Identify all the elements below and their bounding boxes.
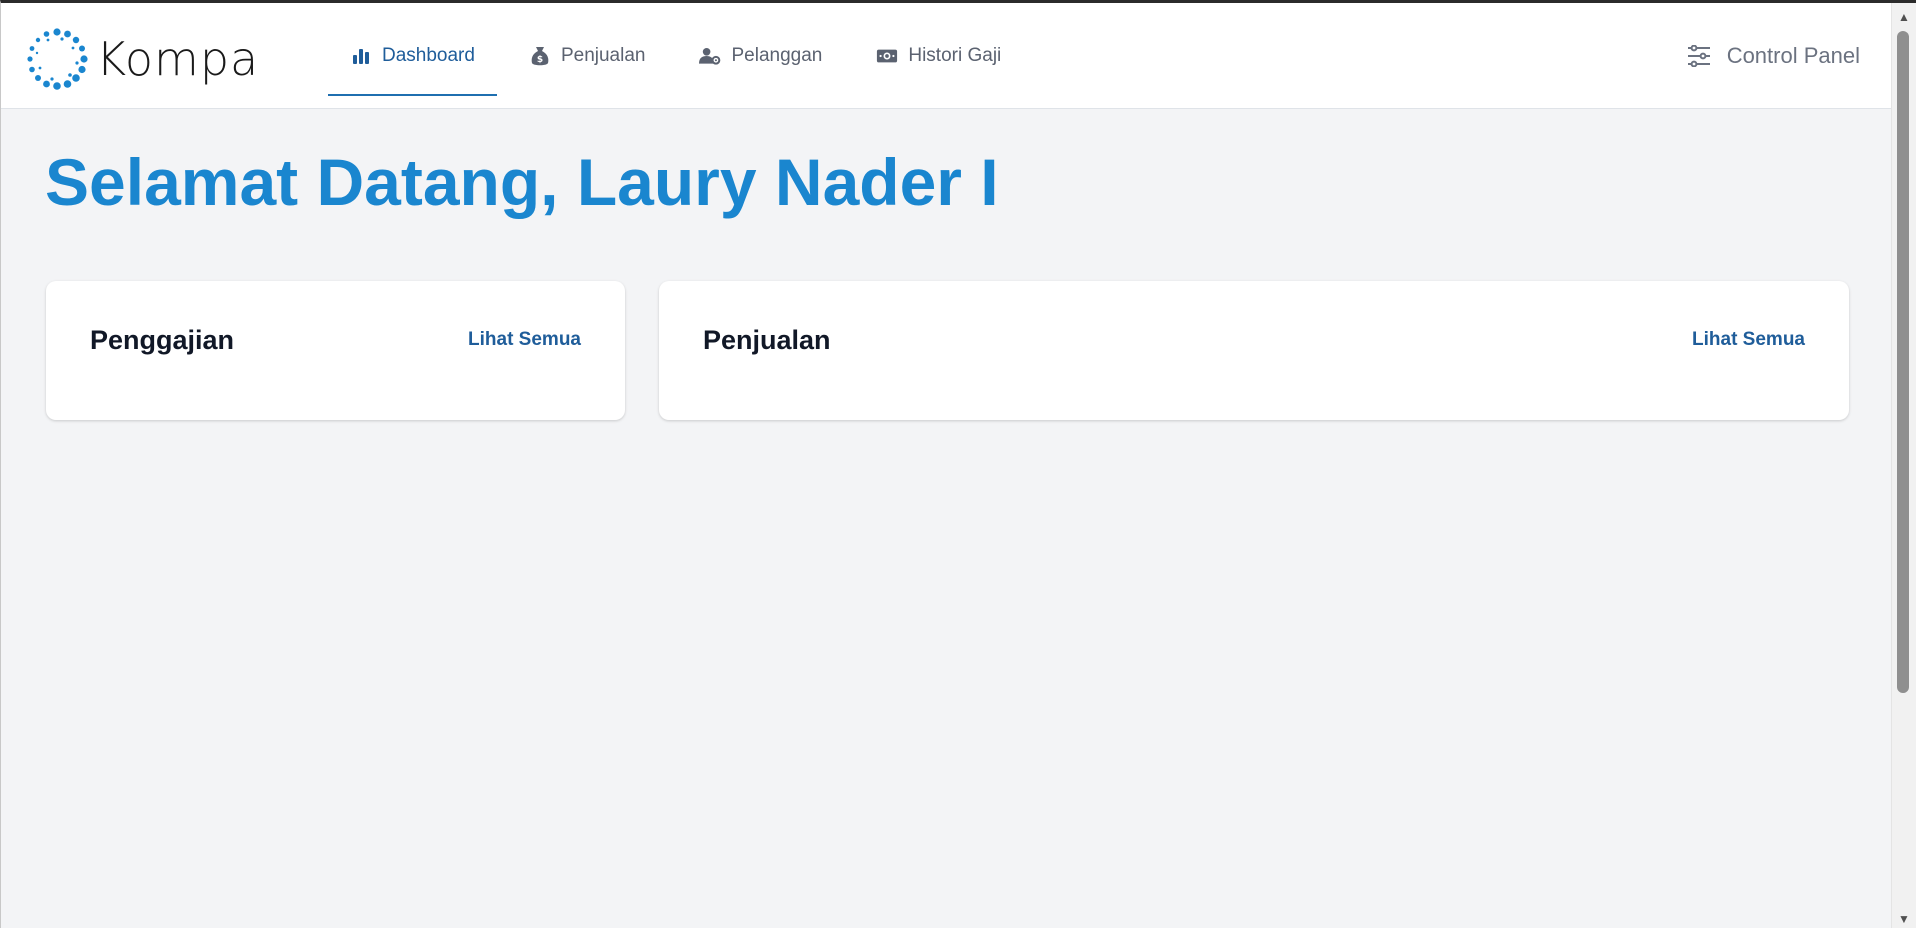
scroll-down-arrow-icon[interactable]: ▼ xyxy=(1892,909,1916,928)
brand-logo[interactable]: Kompa xyxy=(26,27,259,91)
see-all-link[interactable]: Lihat Semua xyxy=(1692,329,1805,351)
nav-label-pelanggan: Pelanggan xyxy=(731,44,823,66)
nav-label-dashboard: Dashboard xyxy=(382,44,475,66)
card-title: Penggajian xyxy=(90,325,235,355)
main-nav: Dashboard $ Penjualan Pelanggan Histori … xyxy=(328,3,1033,108)
nav-label-penjualan: Penjualan xyxy=(560,44,646,66)
see-all-link[interactable]: Lihat Semua xyxy=(468,329,581,351)
banknote-icon xyxy=(876,45,898,67)
top-navbar: Kompa Dashboard $ Penjualan Pelanggan Hi… xyxy=(1,3,1892,109)
nav-item-histori-gaji[interactable]: Histori Gaji xyxy=(854,3,1023,108)
page-title: Selamat Datang, Laury Nader I xyxy=(45,145,999,219)
scrollbar-thumb[interactable] xyxy=(1897,31,1909,693)
sliders-icon xyxy=(1687,44,1711,67)
nav-item-pelanggan[interactable]: Pelanggan xyxy=(677,3,844,108)
nav-item-penjualan[interactable]: $ Penjualan xyxy=(507,3,668,108)
brand-name: Kompa xyxy=(96,32,260,86)
card-penggajian: Penggajian Lihat Semua xyxy=(46,281,625,420)
vertical-scrollbar[interactable]: ▲ ▼ xyxy=(1891,3,1916,928)
bar-chart-icon xyxy=(350,45,372,67)
user-gear-icon xyxy=(699,45,721,67)
control-panel-button[interactable]: Control Panel xyxy=(1687,3,1860,108)
card-title: Penjualan xyxy=(703,325,831,355)
money-bag-icon: $ xyxy=(529,45,551,67)
scroll-up-arrow-icon[interactable]: ▲ xyxy=(1892,7,1916,27)
nav-label-histori-gaji: Histori Gaji xyxy=(908,44,1002,66)
app-window: Kompa Dashboard $ Penjualan Pelanggan Hi… xyxy=(0,0,1916,928)
svg-text:$: $ xyxy=(537,55,543,65)
control-panel-label: Control Panel xyxy=(1726,42,1860,68)
card-penjualan: Penjualan Lihat Semua xyxy=(659,281,1849,420)
kompa-logo-icon xyxy=(27,28,88,90)
nav-item-dashboard[interactable]: Dashboard xyxy=(328,3,497,108)
